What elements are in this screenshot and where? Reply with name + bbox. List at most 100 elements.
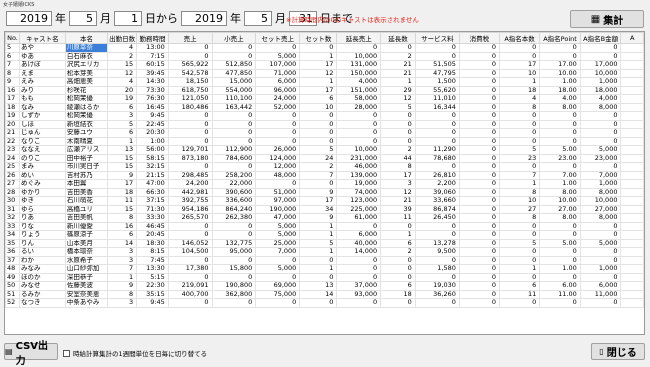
table-row[interactable]: 16 みり 杉咲花 20 73:30 618,750 554,000 96,000 17 151,… <box>5 85 644 95</box>
start-year-field[interactable]: 2019 <box>6 10 52 26</box>
table-cell: 1 <box>299 230 338 240</box>
table-cell: 0 <box>414 230 460 240</box>
table-cell: 0 <box>299 255 338 265</box>
table-cell: ゆあ <box>18 51 66 61</box>
column-header[interactable]: A指名本数 <box>498 32 541 44</box>
table-cell: 0 <box>458 77 500 87</box>
table-cell: 0 <box>414 255 460 265</box>
table-row[interactable]: 33 りな 新川優愛 16 46:45 0 0 5,000 1 0 0 0 0 0 0 0 <box>5 221 644 231</box>
column-header[interactable]: サービス料 <box>414 32 460 44</box>
column-header[interactable]: 勤務時間 <box>136 32 169 44</box>
table-cell: 0 <box>458 221 500 231</box>
table-row[interactable]: 21 じゅん 安藤ユウ 6 20:30 0 0 0 0 0 0 0 0 0 0 0 <box>5 128 644 138</box>
close-button[interactable]: ▯ 閉じる <box>591 343 645 360</box>
table-cell: 8 <box>380 162 416 172</box>
table-cell: 477,850 <box>211 68 257 78</box>
end-year-field[interactable]: 2019 <box>181 10 227 26</box>
table-row[interactable]: 18 なみ 綾瀬はるか 6 16:45 180,486 163,442 52,000 10 28,… <box>5 102 644 112</box>
table-cell: 0 <box>458 264 500 274</box>
table-row[interactable]: 52 なつき 中条あやみ 3 9:45 0 0 0 0 0 0 0 0 0 0 0 <box>5 298 644 308</box>
table-cell: 180,486 <box>167 102 213 112</box>
table-cell: 松本芽美 <box>64 68 109 78</box>
table-row[interactable]: 6 ゆあ 白石麻衣 2 7:15 0 0 5,000 1 10,000 2 0 0 0 0 0 <box>5 51 644 61</box>
table-cell: 0 <box>414 272 460 282</box>
table-row[interactable]: 31 ゆら 高橋ユリ 15 71:30 954,186 864,240 190,000 34 22… <box>5 204 644 214</box>
table-cell: 0 <box>498 162 541 172</box>
table-row[interactable]: 8 えま 松本芽美 12 39:45 542,578 477,850 71,000 12 150,… <box>5 68 644 78</box>
csv-icon: ▤ <box>5 347 13 356</box>
table-row[interactable]: 37 わか 水原希子 3 7:45 0 0 0 0 0 0 0 0 0 0 0 <box>5 255 644 265</box>
table-cell: のりこ <box>18 153 66 163</box>
csv-export-button[interactable]: ▤ CSV出力 <box>4 341 58 367</box>
column-header[interactable]: セット数 <box>299 32 338 44</box>
table-cell: 0 <box>458 162 500 172</box>
table-cell: 10 <box>299 102 338 112</box>
column-header[interactable]: キャスト名 <box>18 32 66 44</box>
table-row[interactable]: 50 みなせ 佐藤美波 9 22:30 219,091 190,800 69,000 13 37,… <box>5 281 644 291</box>
table-cell: 5.00 <box>539 145 581 155</box>
table-row[interactable]: 34 りょう 篠原涼子 6 20:45 0 0 5,000 1 6,000 1 0 0 0 0 0 <box>5 230 644 240</box>
table-cell: 26,450 <box>414 213 460 223</box>
table-row[interactable]: 23 ななえ 広瀬アリス 13 56:00 129,701 112,900 26,000 5 10… <box>5 145 644 155</box>
table-row[interactable]: 25 まみ 市川実日子 15 32:15 0 0 12,000 2 46,000 8 0 0 0 0 0 <box>5 162 644 172</box>
column-header[interactable]: A指名Point <box>539 32 581 44</box>
table-row[interactable]: 7 あけぼ 沢尻エリカ 15 60:15 565,922 512,850 107,000 17 1… <box>5 60 644 70</box>
column-header[interactable]: No. <box>5 32 20 44</box>
table-cell-empty <box>620 281 644 291</box>
table-row[interactable]: 49 ほのか 深田恭子 1 5:15 0 0 0 0 0 0 0 0 0 0 0 <box>5 272 644 282</box>
table-row[interactable]: 30 ゆき 石川萌花 11 37:15 392,755 336,600 97,000 17 123… <box>5 196 644 206</box>
table-cell: 258,200 <box>211 170 257 180</box>
table-cell: 0 <box>414 136 460 146</box>
table-cell: 190,000 <box>255 204 301 214</box>
table-cell: 0 <box>380 43 416 53</box>
table-cell: 33 <box>5 221 20 231</box>
end-month-field[interactable]: 5 <box>244 10 272 26</box>
column-header[interactable]: 売上 <box>167 32 213 44</box>
table-cell: 1.00 <box>539 77 581 87</box>
table-row[interactable]: 51 るみか 安室奈美恵 8 35:15 400,700 362,800 75,000 14 93… <box>5 289 644 299</box>
table-cell: 0 <box>336 272 382 282</box>
column-header[interactable]: 本名 <box>64 32 109 44</box>
table-cell: 0 <box>498 255 541 265</box>
table-row[interactable]: 36 るい 橋本環奈 3 8:15 104,500 95,000 7,000 1 14,000 2 9… <box>5 247 644 257</box>
column-header[interactable]: 出勤日数 <box>107 32 138 44</box>
table-row[interactable]: 5 あや 川原幸奈 4 13:00 0 0 0 0 0 0 0 0 0 0 0 <box>5 43 644 53</box>
table-row[interactable]: 20 しほ 新垣結衣 5 22:45 0 0 0 0 0 0 0 0 0 0 0 <box>5 119 644 129</box>
table-row[interactable]: 27 めぐみ 本田翼 17 47:00 24,200 22,000 0 0 19,000 3 2,20… <box>5 179 644 189</box>
column-header[interactable]: 消費税 <box>458 32 500 44</box>
start-month-field[interactable]: 5 <box>69 10 97 26</box>
table-row[interactable]: 17 もも 松岡茉優 19 76:30 121,050 110,100 24,000 6 58,0… <box>5 94 644 104</box>
table-cell: 2 <box>380 51 416 61</box>
table-row[interactable]: 28 ゆかり 吉田美香 18 66:30 442,981 390,600 51,000 9 74,… <box>5 187 644 197</box>
table-row[interactable]: 35 りん 山本美月 14 18:30 146,052 132,775 25,000 5 40,0… <box>5 238 644 248</box>
table-cell: 0 <box>299 136 338 146</box>
table-row[interactable]: 32 りあ 吉田美帆 8 33:30 265,570 262,380 47,000 9 61,00… <box>5 213 644 223</box>
tally-button[interactable]: ▦ 集計 <box>570 10 644 28</box>
table-cell: 0 <box>539 119 581 129</box>
hourly-checkbox[interactable] <box>63 349 70 357</box>
column-header[interactable]: A指名B金額 <box>579 32 622 44</box>
column-header[interactable]: 延長数 <box>380 32 416 44</box>
column-header[interactable]: 延長売上 <box>336 32 382 44</box>
table-cell: 0 <box>380 272 416 282</box>
cast-summary-grid[interactable]: No. キャスト名 本名 出勤日数 勤務時間 売上 小売上 セット売上 セット数 延長売上 延長数サ… <box>4 31 645 335</box>
table-cell: 26 <box>5 170 20 180</box>
table-cell: 34 <box>5 230 20 240</box>
table-row[interactable]: 9 えみ 高畑恵美 4 14:30 18,150 15,000 6,000 1 4,000 1 1,5… <box>5 77 644 87</box>
start-day-field[interactable]: 1 <box>114 10 142 26</box>
column-header[interactable]: A <box>620 32 644 44</box>
table-row[interactable]: 26 めい 吉村苏乃 9 21:15 298,485 258,200 48,000 7 139,0… <box>5 170 644 180</box>
table-cell: 51,505 <box>414 60 460 70</box>
column-header[interactable]: 小売上 <box>211 32 257 44</box>
column-header[interactable]: セット売上 <box>255 32 301 44</box>
table-row[interactable]: 19 しずか 松岡茉優 3 9:45 0 0 0 0 0 0 0 0 0 0 0 <box>5 111 644 121</box>
table-cell: 66:30 <box>136 187 169 197</box>
table-row[interactable]: 22 なりこ 木南晴夏 1 1:00 0 0 0 0 0 0 0 0 0 0 0 <box>5 136 644 146</box>
table-cell: 873,180 <box>167 153 213 163</box>
table-cell: 0 <box>414 221 460 231</box>
table-row[interactable]: 48 みなみ 山口紗弥加 7 13:30 17,380 15,800 5,000 1 0 0 1,58… <box>5 264 644 274</box>
hourly-toggle[interactable]: 時給計算集計の1週間単位を日毎に切り替てる <box>63 348 207 358</box>
table-cell-empty <box>620 128 644 138</box>
table-row[interactable]: 24 のりこ 田中裕子 15 58:15 873,180 784,600 124,000 24 2… <box>5 153 644 163</box>
table-cell-empty <box>620 247 644 257</box>
